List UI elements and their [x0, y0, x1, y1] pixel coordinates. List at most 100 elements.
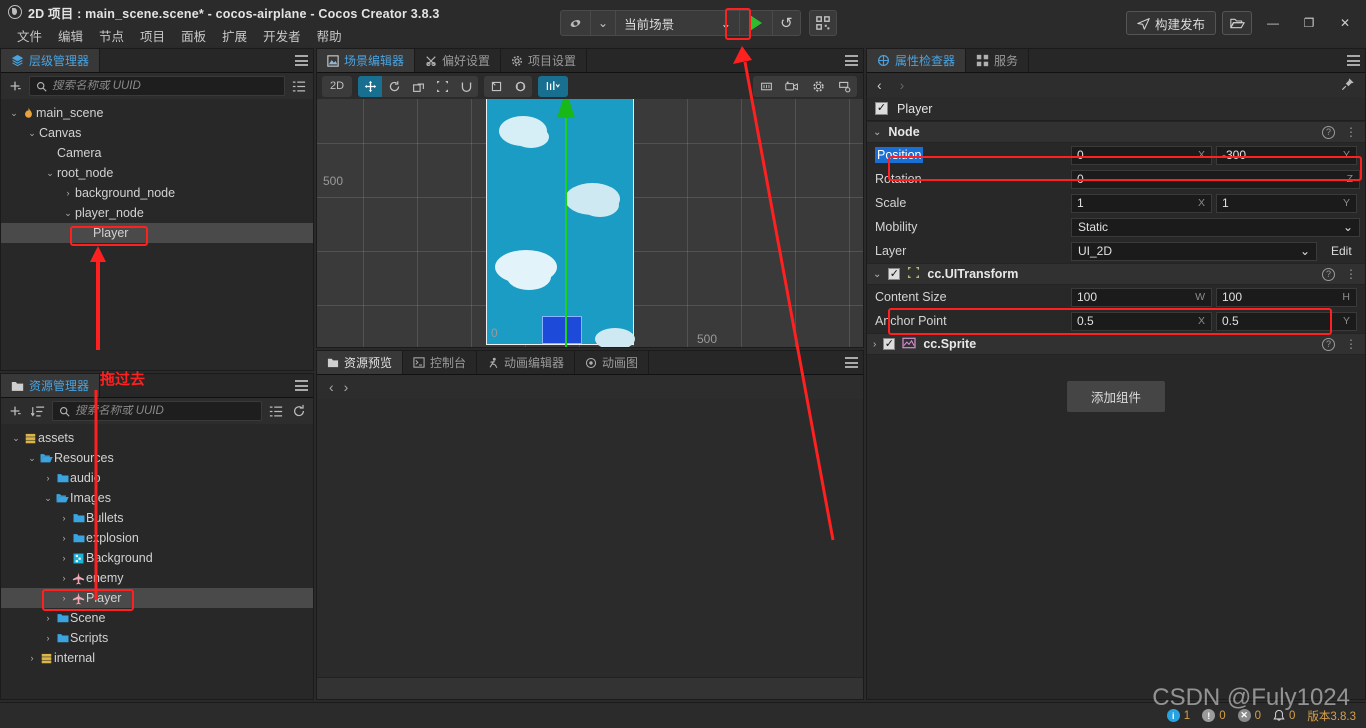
- hierarchy-tree[interactable]: ⌄main_scene⌄Canvas›Camera⌄root_node›back…: [1, 99, 313, 370]
- position-y-field[interactable]: -300 Y: [1216, 145, 1357, 165]
- menu-item-help[interactable]: 帮助: [309, 24, 350, 47]
- sort-icon[interactable]: [29, 401, 47, 421]
- scene-viewport[interactable]: 500 500 0: [317, 99, 863, 347]
- collapse-arrow-icon[interactable]: ⌄: [873, 269, 881, 280]
- add-node-icon[interactable]: [6, 76, 24, 96]
- tree-item[interactable]: ⌄ Images: [1, 488, 313, 508]
- anchor-point-y-field[interactable]: 0.5 Y: [1216, 311, 1357, 331]
- chevron-right-icon[interactable]: ›: [57, 553, 71, 563]
- maximize-button[interactable]: ❐: [1294, 10, 1324, 36]
- tab-scene-editor[interactable]: 场景编辑器: [317, 49, 416, 72]
- help-icon[interactable]: ?: [1322, 125, 1335, 139]
- component-header-sprite[interactable]: › ✓ cc.Sprite ? ⋮: [867, 333, 1365, 355]
- menu-item-project[interactable]: 项目: [132, 24, 173, 47]
- add-component-button[interactable]: 添加组件: [1066, 381, 1165, 412]
- chevron-down-icon[interactable]: ⌄: [25, 453, 39, 464]
- rotate-tool[interactable]: [382, 76, 406, 97]
- tree-item[interactable]: ⌄ main_scene: [1, 103, 313, 123]
- tab-animation-editor[interactable]: 动画编辑器: [477, 351, 576, 374]
- tree-item[interactable]: ⌄ root_node: [1, 163, 313, 183]
- inspector-back-button[interactable]: ‹: [877, 77, 882, 93]
- tab-hierarchy[interactable]: 层级管理器: [1, 49, 101, 72]
- collapse-arrow-icon[interactable]: ⌄: [873, 127, 881, 138]
- component-header-uitransform[interactable]: ⌄ ✓ cc.UITransform ? ⋮: [867, 263, 1365, 285]
- preview-forward-button[interactable]: ›: [344, 379, 349, 395]
- move-tool[interactable]: [358, 75, 382, 97]
- tree-item[interactable]: › enemy: [1, 568, 313, 588]
- component-header-node[interactable]: ⌄ Node ? ⋮: [867, 121, 1365, 143]
- rect-transform-tool[interactable]: [430, 76, 454, 97]
- hierarchy-search-input[interactable]: [52, 80, 278, 92]
- pivot-toggle[interactable]: [484, 76, 508, 97]
- tree-item-selected[interactable]: ›Player: [1, 588, 313, 608]
- add-asset-icon[interactable]: [6, 401, 24, 421]
- minimize-button[interactable]: —: [1258, 10, 1288, 36]
- qrcode-button[interactable]: [808, 10, 837, 36]
- hierarchy-menu-button[interactable]: [289, 49, 313, 72]
- content-size-h-field[interactable]: 100 H: [1216, 287, 1357, 307]
- sprite-enabled-checkbox[interactable]: ✓: [883, 338, 896, 350]
- filter-list-icon[interactable]: [290, 76, 308, 96]
- position-x-field[interactable]: 0 X: [1071, 145, 1212, 165]
- chevron-down-icon[interactable]: ⌄: [41, 493, 55, 504]
- gizmo-options[interactable]: [538, 75, 568, 97]
- preview-body[interactable]: [317, 399, 863, 677]
- chevron-down-icon[interactable]: ⌄: [7, 108, 21, 119]
- chevron-right-icon[interactable]: ›: [57, 573, 71, 583]
- tree-item[interactable]: ⌄ assets: [1, 428, 313, 448]
- tab-project-settings[interactable]: 项目设置: [501, 49, 588, 72]
- layer-edit-button[interactable]: Edit: [1323, 242, 1360, 261]
- collapse-arrow-icon[interactable]: ›: [873, 339, 876, 350]
- menu-item-file[interactable]: 文件: [9, 24, 50, 47]
- gizmo-y-axis-arrow[interactable]: [557, 99, 575, 118]
- uitransform-enabled-checkbox[interactable]: ✓: [888, 268, 901, 280]
- tab-inspector[interactable]: 属性检查器: [867, 49, 967, 72]
- scene-settings-gear-icon[interactable]: [806, 76, 830, 97]
- coordinate-toggle[interactable]: [508, 76, 532, 97]
- play-button[interactable]: [740, 11, 774, 35]
- tree-item[interactable]: › internal: [1, 648, 313, 668]
- chevron-right-icon[interactable]: ›: [57, 593, 71, 603]
- inspector-forward-button[interactable]: ›: [900, 77, 905, 93]
- tab-animation-graph[interactable]: 动画图: [575, 351, 650, 374]
- chevron-down-icon[interactable]: ⌄: [25, 128, 39, 139]
- menu-item-panel[interactable]: 面板: [173, 24, 214, 47]
- tree-item[interactable]: ⌄ Canvas: [1, 123, 313, 143]
- tree-item[interactable]: › audio: [1, 468, 313, 488]
- chevron-down-icon[interactable]: ⌄: [61, 208, 75, 219]
- chevron-right-icon[interactable]: ›: [41, 633, 55, 643]
- tree-item[interactable]: ⌄ Resources: [1, 448, 313, 468]
- build-publish-button[interactable]: 构建发布: [1125, 11, 1216, 35]
- chevron-right-icon[interactable]: ›: [57, 533, 71, 543]
- assets-tree[interactable]: ⌄ assets ⌄ Resources › audio ⌄ Images › Bullets › e…: [1, 424, 313, 699]
- help-icon[interactable]: ?: [1322, 337, 1335, 351]
- ruler-icon[interactable]: [754, 76, 778, 97]
- anchor-point-x-field[interactable]: 0.5 X: [1071, 311, 1212, 331]
- refresh-preview-button[interactable]: ↺: [773, 11, 800, 35]
- scale-y-field[interactable]: 1 Y: [1216, 193, 1357, 213]
- camera-icon[interactable]: [780, 76, 804, 97]
- tree-item[interactable]: › explosion: [1, 528, 313, 548]
- hierarchy-search-box[interactable]: [29, 76, 285, 96]
- chevron-down-icon[interactable]: ⌄: [43, 168, 57, 179]
- scene-mode-select[interactable]: 当前场景 ⌄: [616, 11, 741, 35]
- scene-menu-button[interactable]: [839, 49, 863, 72]
- tree-item-selected[interactable]: ›Player: [1, 223, 313, 243]
- menu-item-node[interactable]: 节点: [91, 24, 132, 47]
- chevron-right-icon[interactable]: ›: [57, 513, 71, 523]
- menu-item-edit[interactable]: 编辑: [50, 24, 91, 47]
- kebab-menu-icon[interactable]: ⋮: [1345, 125, 1357, 139]
- tab-assets[interactable]: 资源管理器: [1, 374, 101, 397]
- pin-icon[interactable]: [1341, 77, 1355, 94]
- toggle-2d-button[interactable]: 2D: [322, 75, 352, 97]
- chevron-right-icon[interactable]: ›: [61, 188, 75, 198]
- tree-item[interactable]: ⌄ player_node: [1, 203, 313, 223]
- magnet-snap-tool[interactable]: [454, 76, 478, 97]
- chevron-right-icon[interactable]: ›: [41, 473, 55, 483]
- refresh-icon[interactable]: [290, 401, 308, 421]
- assets-search-input[interactable]: [75, 405, 255, 417]
- layer-select[interactable]: UI_2D ⌄: [1071, 241, 1317, 261]
- assets-menu-button[interactable]: [289, 374, 313, 397]
- tree-item[interactable]: › Scene: [1, 608, 313, 628]
- preview-back-button[interactable]: ‹: [329, 379, 334, 395]
